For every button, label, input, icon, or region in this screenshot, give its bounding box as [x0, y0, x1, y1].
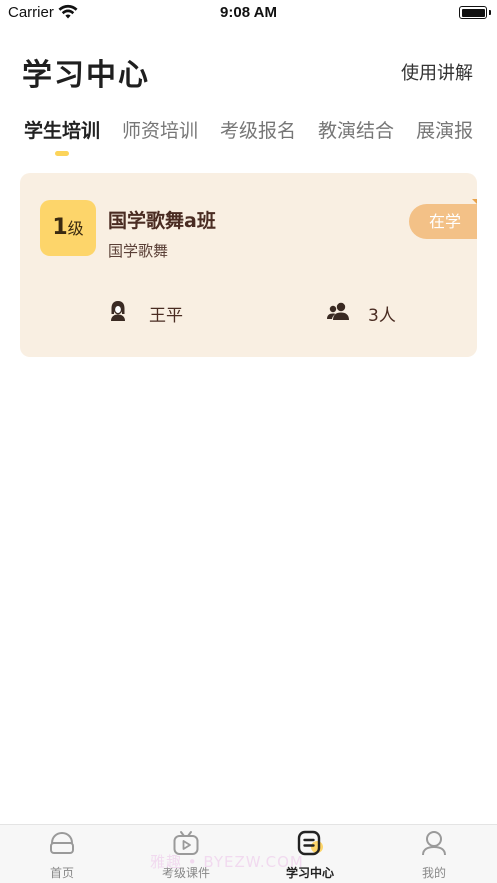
- status-badge: 在学: [409, 204, 477, 239]
- level-number: 1: [52, 215, 68, 240]
- tab-label: 教演结合: [318, 120, 395, 142]
- corner-fold: [472, 199, 477, 204]
- level-unit: 级: [67, 219, 84, 238]
- status-bar: Carrier 9:08 AM: [0, 0, 497, 26]
- tab-label: 师资培训: [122, 120, 199, 142]
- tab-label: 考级报名: [220, 120, 297, 142]
- class-card[interactable]: 1级 国学歌舞a班 国学歌舞 在学 王平 3人: [20, 173, 477, 357]
- home-icon: [50, 831, 74, 854]
- status-time: 9:08 AM: [220, 4, 277, 21]
- tab-exam-registration[interactable]: 考级报名: [220, 116, 296, 143]
- active-tab-indicator: [55, 151, 69, 156]
- category-tabs: 学生培训 师资培训 考级报名 教演结合 展演报: [24, 116, 497, 156]
- watermark: 雅趣 • BYEZW.COM: [150, 853, 304, 871]
- tab-student-training[interactable]: 学生培训: [24, 116, 101, 156]
- battery-cap: [488, 10, 491, 15]
- tab-teacher-training[interactable]: 师资培训: [122, 116, 198, 143]
- page-title: 学习中心: [22, 58, 150, 93]
- class-subject: 国学歌舞: [108, 242, 169, 260]
- tab-label: 展演报: [416, 120, 474, 142]
- student-count: 3人: [368, 306, 396, 326]
- battery-icon: [459, 6, 487, 19]
- tabbar-item-home[interactable]: 首页: [0, 825, 124, 883]
- class-name: 国学歌舞a班: [108, 210, 216, 232]
- tabbar-label: 我的: [421, 866, 446, 880]
- tab-performance[interactable]: 展演报: [416, 116, 473, 143]
- students-icon: [327, 302, 349, 320]
- level-badge: 1级: [40, 200, 96, 256]
- bottom-tab-bar: 首页 考级课件 学习中心 我的 雅趣 • BYEZW.COM: [0, 824, 497, 883]
- teacher-icon: [111, 301, 125, 321]
- tab-teach-perform[interactable]: 教演结合: [318, 116, 394, 143]
- tab-label: 学生培训: [24, 120, 101, 142]
- profile-icon: [422, 831, 446, 856]
- tabbar-item-profile[interactable]: 我的: [372, 825, 496, 883]
- tabbar-label: 首页: [49, 866, 74, 880]
- page-header: 学习中心 使用讲解: [22, 50, 473, 94]
- help-link[interactable]: 使用讲解: [401, 59, 473, 85]
- teacher-name: 王平: [149, 306, 183, 326]
